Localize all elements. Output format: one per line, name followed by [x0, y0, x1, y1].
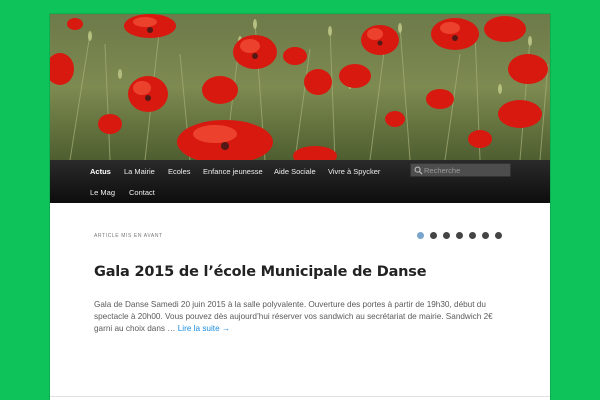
nav-item-ecoles[interactable]: Ecoles	[168, 167, 191, 176]
nav-item-enfance-jeunesse[interactable]: Enfance jeunesse	[203, 167, 263, 176]
slider-dot-2[interactable]	[430, 232, 437, 239]
header-banner-image[interactable]	[50, 14, 550, 160]
nav-item-actus[interactable]: Actus	[90, 167, 111, 176]
slider-dot-3[interactable]	[443, 232, 450, 239]
featured-post-label: Article mis en avant	[94, 233, 163, 239]
featured-post-excerpt: Gala de Danse Samedi 20 juin 2015 à la s…	[94, 299, 506, 335]
slider-dot-4[interactable]	[456, 232, 463, 239]
nav-item-contact[interactable]: Contact	[129, 188, 155, 197]
content-divider	[50, 396, 550, 397]
slider-dot-1[interactable]	[417, 232, 424, 239]
search-icon	[414, 166, 423, 175]
nav-item-le-mag[interactable]: Le Mag	[90, 188, 115, 197]
nav-item-la-mairie[interactable]: La Mairie	[124, 167, 155, 176]
search-input[interactable]	[424, 164, 510, 176]
search-box[interactable]	[410, 163, 511, 177]
nav-item-aide-sociale[interactable]: Aide Sociale	[274, 167, 316, 176]
poppies-field-photo	[50, 14, 550, 160]
slider-dot-6[interactable]	[482, 232, 489, 239]
read-more-link[interactable]: Lire la suite →	[178, 324, 230, 333]
excerpt-text: Gala de Danse Samedi 20 juin 2015 à la s…	[94, 300, 493, 333]
slider-dot-7[interactable]	[495, 232, 502, 239]
page-container: Actus La Mairie Ecoles Enfance jeunesse …	[50, 14, 550, 400]
featured-post-title[interactable]: Gala 2015 de l’école Municipale de Danse	[94, 264, 514, 280]
nav-item-vivre-a-spycker[interactable]: Vivre à Spycker	[328, 167, 380, 176]
slider-dot-5[interactable]	[469, 232, 476, 239]
